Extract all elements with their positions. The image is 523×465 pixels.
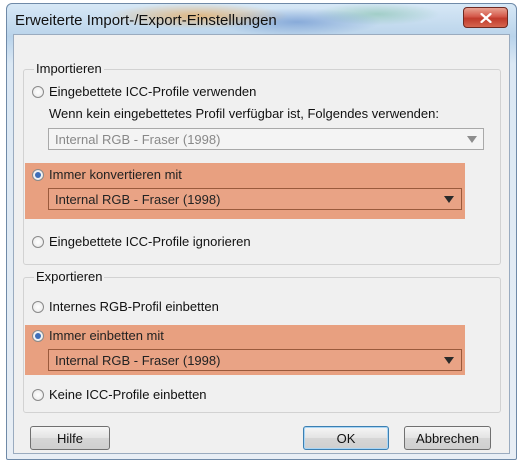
radio-circle [32,168,44,181]
always-embed-label: Immer einbetten mit [49,328,164,343]
always-embed-profile-value: Internal RGB - Fraser (1998) [55,352,221,368]
chevron-down-icon [444,357,454,364]
always-embed-radio[interactable]: Immer einbetten mit [32,328,164,343]
ignore-embedded-label: Eingebettete ICC-Profile ignorieren [49,234,251,249]
import-group: Importieren Eingebettete ICC-Profile ver… [23,61,501,265]
embed-internal-label: Internes RGB-Profil einbetten [49,299,219,314]
fallback-note: Wenn kein eingebettetes Profil verfügbar… [49,106,439,121]
ok-button[interactable]: OK [303,426,389,450]
export-group: Exportieren Internes RGB-Profil einbette… [23,269,501,413]
radio-circle [32,329,44,342]
radio-circle [32,300,44,313]
radio-circle [32,388,44,401]
always-convert-radio[interactable]: Immer konvertieren mit [32,167,182,182]
export-group-label: Exportieren [34,269,105,284]
radio-circle [32,85,44,98]
always-embed-profile-select[interactable]: Internal RGB - Fraser (1998) [48,349,462,371]
embed-internal-radio[interactable]: Internes RGB-Profil einbetten [32,299,219,314]
import-group-label: Importieren [34,61,104,76]
title-bar[interactable]: Erweiterte Import-/Export-Einstellungen [7,4,516,37]
close-icon [479,12,492,23]
fallback-profile-select[interactable]: Internal RGB - Fraser (1998) [48,128,484,150]
chevron-down-icon [467,136,477,143]
fallback-profile-value: Internal RGB - Fraser (1998) [55,131,221,147]
always-convert-label: Immer konvertieren mit [49,167,182,182]
no-profiles-label: Keine ICC-Profile einbetten [49,387,207,402]
ignore-embedded-radio[interactable]: Eingebettete ICC-Profile ignorieren [32,234,251,249]
no-profiles-radio[interactable]: Keine ICC-Profile einbetten [32,387,207,402]
always-convert-profile-value: Internal RGB - Fraser (1998) [55,191,221,207]
radio-circle [32,235,44,248]
cancel-button[interactable]: Abbrechen [404,426,491,450]
dialog-body: Importieren Eingebettete ICC-Profile ver… [13,34,510,454]
chevron-down-icon [444,196,454,203]
use-embedded-radio[interactable]: Eingebettete ICC-Profile verwenden [32,84,256,99]
dialog-window: Erweiterte Import-/Export-Einstellungen … [6,3,517,460]
help-button[interactable]: Hilfe [30,426,110,450]
close-button[interactable] [463,7,508,28]
use-embedded-label: Eingebettete ICC-Profile verwenden [49,84,257,99]
always-convert-profile-select[interactable]: Internal RGB - Fraser (1998) [48,188,462,210]
window-title: Erweiterte Import-/Export-Einstellungen [15,12,277,29]
